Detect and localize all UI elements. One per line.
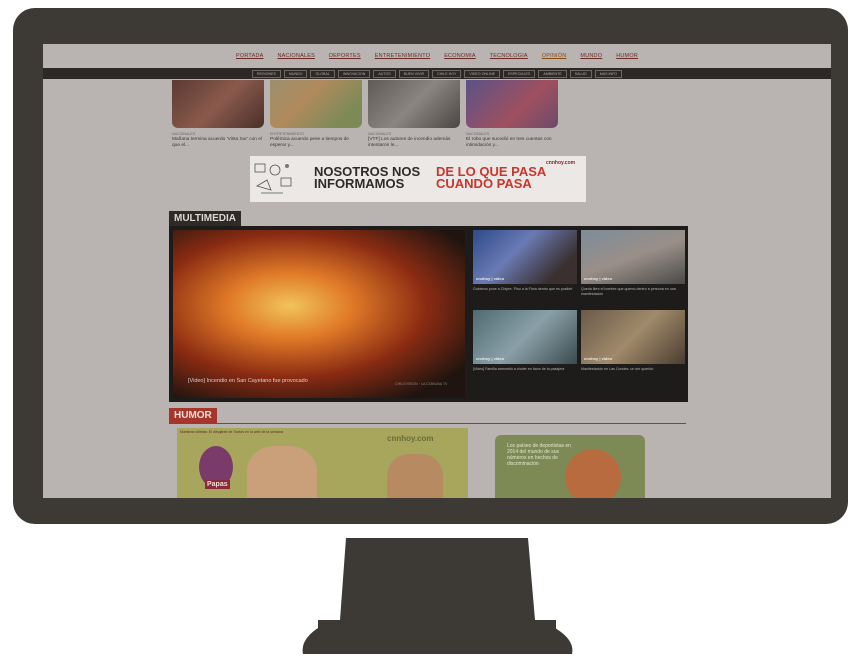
news-image[interactable]: [172, 80, 264, 128]
news-card[interactable]: NACIONALES El robo que sucedió en tres c…: [466, 80, 558, 149]
subnav-item[interactable]: ESPECIALES: [502, 69, 536, 78]
news-title[interactable]: Mañana termina acuerdo 'Vista Sur' con e…: [172, 137, 264, 149]
humor-comic[interactable]: Nuestras viñetas: El dibujante de Tontos…: [177, 428, 468, 498]
nav-item-economia[interactable]: ECONOMIA: [444, 53, 476, 59]
banner-line: INFORMAMOS: [314, 176, 405, 191]
nav-item-portada[interactable]: PORTADA: [236, 53, 263, 59]
subnav-item[interactable]: VIDEO ONLINE: [464, 69, 500, 78]
news-card[interactable]: NACIONALES [VTF] Los autores de incendio…: [368, 80, 460, 149]
video-caption[interactable]: Queda libre el hombre que quemó dentro a…: [581, 287, 688, 297]
subnav-item[interactable]: MAS INFO: [594, 69, 623, 78]
comic-label: Papas: [205, 480, 230, 489]
nav-item-mundo[interactable]: MUNDO: [580, 53, 602, 59]
comic-caption: Nuestras viñetas: El dibujante de Tontos…: [180, 430, 284, 434]
nav-item-humor[interactable]: HUMOR: [616, 53, 638, 59]
video-thumbnail[interactable]: cnnhoy | video: [473, 230, 577, 284]
subnav-item[interactable]: INNOVACION: [337, 69, 371, 78]
video-badge: cnnhoy | video: [584, 276, 613, 281]
subnav-item[interactable]: SALUD: [569, 69, 592, 78]
video-badge: cnnhoy | video: [476, 356, 505, 361]
nav-item-opinion[interactable]: OPINIÓN: [542, 53, 567, 59]
news-section: ENTRETENIMIENTO: [270, 132, 305, 136]
news-section: NACIONALES: [466, 132, 490, 136]
top-news-row: NACIONALES Mañana termina acuerdo 'Vista…: [172, 80, 558, 149]
nav-item-entretenimiento[interactable]: ENTRETENIMIENTO: [375, 53, 430, 59]
news-title[interactable]: [VTF] Los autores de incendio además int…: [368, 137, 460, 149]
humor-divider: [169, 423, 686, 424]
news-title[interactable]: El robo que sucedió en tres cuentas con …: [466, 137, 558, 149]
basketball-icon: [565, 449, 621, 498]
multimedia-panel: [Video] Incendio en San Cayetano fue pro…: [169, 226, 688, 402]
banner-line: CUANDO PASA: [436, 176, 532, 191]
comic-character-icon: [387, 454, 443, 498]
subnav-item[interactable]: CHILE HOY: [432, 69, 462, 78]
banner-headline: NOSOTROS NOS INFORMAMOS: [314, 165, 420, 191]
subnav-item[interactable]: GLOBAL: [310, 69, 335, 78]
video-caption[interactable]: Manifestación en Las Condes: un ser quer…: [581, 367, 685, 372]
browser-screen: PORTADA NACIONALES DEPORTES ENTRETENIMIE…: [43, 44, 831, 498]
video-card[interactable]: cnnhoy | video [Video] Familia arremetió…: [473, 310, 577, 372]
banner-logo: cnnhoy.com: [546, 160, 576, 166]
humor-header: HUMOR: [169, 408, 217, 423]
monitor-bezel: PORTADA NACIONALES DEPORTES ENTRETENIMIE…: [13, 8, 848, 524]
doodle-illustration-icon: [254, 163, 292, 194]
nav-item-nacionales[interactable]: NACIONALES: [277, 53, 314, 59]
comic-character-icon: [247, 446, 317, 498]
banner-tagline: DE LO QUE PASA CUANDO PASA: [436, 165, 546, 191]
subnav-item[interactable]: BUEN VIVIR: [398, 69, 430, 78]
comic-brand: cnnhoy.com: [387, 434, 434, 443]
news-title[interactable]: Polémica acuerdo pese a tiempos de esper…: [270, 137, 362, 149]
featured-video-title[interactable]: [Video] Incendio en San Cayetano fue pro…: [188, 378, 308, 384]
news-image[interactable]: [466, 80, 558, 128]
video-thumbnail[interactable]: cnnhoy | video: [581, 310, 685, 364]
nav-item-deportes[interactable]: DEPORTES: [329, 53, 361, 59]
video-thumbnail[interactable]: cnnhoy | video: [581, 230, 685, 284]
video-caption[interactable]: Gobierno pone a Chipre: 'Fiso a la Flora…: [473, 287, 577, 292]
news-section: NACIONALES: [172, 132, 196, 136]
humor-side-text: Los países de deportistas en 2014 del mu…: [507, 443, 571, 467]
news-image[interactable]: [270, 80, 362, 128]
subnav-item[interactable]: REGIONES: [251, 69, 281, 78]
ad-banner[interactable]: NOSOTROS NOS INFORMAMOS DE LO QUE PASA C…: [250, 156, 586, 202]
news-image[interactable]: [368, 80, 460, 128]
featured-video[interactable]: [Video] Incendio en San Cayetano fue pro…: [173, 230, 465, 398]
news-card[interactable]: ENTRETENIMIENTO Polémica acuerdo pese a …: [270, 80, 362, 149]
video-badge: cnnhoy | video: [476, 276, 505, 281]
humor-side-card[interactable]: Los países de deportistas en 2014 del mu…: [495, 435, 645, 498]
multimedia-header: MULTIMEDIA: [169, 211, 242, 226]
featured-video-credit: CHILEVISION · LA COMUNA TV: [395, 382, 448, 386]
video-card[interactable]: cnnhoy | video Queda libre el hombre que…: [581, 230, 688, 297]
video-badge: cnnhoy | video: [584, 356, 613, 361]
subnav-item[interactable]: MUNDO: [283, 69, 308, 78]
main-nav: PORTADA NACIONALES DEPORTES ENTRETENIMIE…: [43, 44, 831, 68]
video-card[interactable]: cnnhoy | video Gobierno pone a Chipre: '…: [473, 230, 577, 292]
news-card[interactable]: NACIONALES Mañana termina acuerdo 'Vista…: [172, 80, 264, 149]
video-thumbnail[interactable]: cnnhoy | video: [473, 310, 577, 364]
news-section: NACIONALES: [368, 132, 392, 136]
subnav-item[interactable]: AUTOS: [373, 69, 396, 78]
nav-item-tecnologia[interactable]: TECNOLOGIA: [490, 53, 528, 59]
video-card[interactable]: cnnhoy | video Manifestación en Las Cond…: [581, 310, 685, 372]
video-caption[interactable]: [Video] Familia arremetió a chofer en fa…: [473, 367, 577, 372]
subnav-item[interactable]: AMBIENTE: [538, 69, 567, 78]
sub-nav: REGIONES MUNDO GLOBAL INNOVACION AUTOS B…: [43, 68, 831, 79]
